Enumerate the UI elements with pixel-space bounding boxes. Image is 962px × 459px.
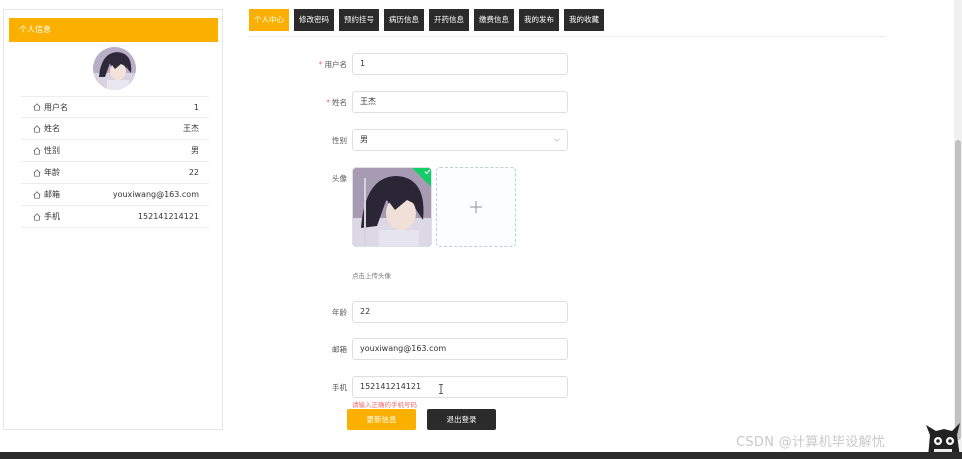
info-value: 王杰	[183, 124, 199, 133]
info-label: 年龄	[44, 168, 60, 177]
info-label: 性别	[44, 146, 60, 155]
profile-panel-header: 个人信息	[9, 18, 218, 42]
name-input[interactable]: 王杰	[352, 91, 568, 113]
email-label: 邮箱	[332, 345, 347, 354]
home-icon	[33, 103, 41, 111]
info-value: 152141214121	[137, 212, 199, 221]
home-icon	[33, 168, 41, 177]
info-value: 22	[188, 168, 199, 177]
tab-my-posts[interactable]: 我的发布	[519, 9, 559, 31]
username-input[interactable]: 1	[352, 53, 568, 75]
avatar-upload-button[interactable]	[436, 167, 516, 247]
bottom-bar	[0, 452, 962, 459]
gender-label: 性别	[332, 136, 347, 145]
tab-payments[interactable]: 缴费信息	[474, 9, 514, 31]
home-icon	[33, 212, 41, 221]
age-input[interactable]: 22	[352, 301, 568, 323]
avatar-label: 头像	[332, 174, 347, 183]
info-row-email: 邮箱 youxiwang@163.com	[21, 184, 209, 206]
home-icon	[33, 146, 41, 155]
avatar-upload-tip: 点击上传头像	[352, 272, 391, 280]
profile-panel: 个人信息 用户名 1 姓名 王杰 性别 男 年龄 22 邮箱 youxiwang…	[3, 9, 223, 430]
info-row-username: 用户名 1	[21, 96, 209, 118]
uploaded-avatar-thumbnail[interactable]	[352, 167, 432, 247]
phone-label: 手机	[332, 383, 347, 392]
tab-personal-center[interactable]: 个人中心	[249, 9, 289, 31]
info-row-name: 姓名 王杰	[21, 118, 209, 140]
chevron-down-icon	[554, 138, 560, 142]
name-label: * 姓名	[326, 98, 347, 107]
tab-medical-records[interactable]: 病历信息	[384, 9, 424, 31]
user-center-tabs: 个人中心 修改密码 预约挂号 病历信息 开药信息 缴费信息 我的发布 我的收藏	[249, 9, 604, 31]
scrollbar-thumb[interactable]	[955, 140, 961, 440]
info-label: 邮箱	[44, 190, 60, 199]
email-input[interactable]: youxiwang@163.com	[352, 338, 568, 360]
tab-my-favorites[interactable]: 我的收藏	[564, 9, 604, 31]
info-value: 男	[191, 146, 199, 155]
age-label: 年龄	[332, 308, 347, 317]
info-label: 姓名	[44, 124, 60, 133]
tabs-divider	[249, 36, 886, 37]
info-label: 手机	[44, 212, 60, 221]
info-label: 用户名	[44, 102, 68, 112]
update-info-button[interactable]: 更新信息	[347, 409, 416, 430]
gender-select[interactable]: 男	[352, 129, 568, 151]
watermark: CSDN @计算机毕设解忧	[736, 435, 886, 450]
profile-info-list: 用户名 1 姓名 王杰 性别 男 年龄 22 邮箱 youxiwang@163.…	[21, 96, 209, 228]
info-row-age: 年龄 22	[21, 162, 209, 184]
tab-appointment[interactable]: 预约挂号	[339, 9, 379, 31]
plus-icon	[470, 201, 482, 213]
phone-input[interactable]: 152141214121	[352, 376, 568, 398]
home-icon	[33, 190, 41, 199]
info-row-phone: 手机 152141214121	[21, 206, 209, 228]
page-scrollbar[interactable]	[954, 0, 962, 452]
home-icon	[33, 124, 41, 133]
tab-change-password[interactable]: 修改密码	[294, 9, 334, 31]
info-value: youxiwang@163.com	[112, 190, 199, 199]
avatar	[93, 47, 136, 90]
logout-button[interactable]: 退出登录	[427, 409, 496, 430]
gender-select-value: 男	[360, 135, 368, 144]
info-row-gender: 性别 男	[21, 140, 209, 162]
username-label: * 用户名	[318, 60, 347, 69]
tab-prescriptions[interactable]: 开药信息	[429, 9, 469, 31]
info-value: 1	[193, 102, 199, 112]
phone-error-message: 请输入正确的手机号码	[352, 401, 417, 409]
check-icon	[424, 169, 431, 175]
text-cursor-icon	[439, 384, 443, 394]
